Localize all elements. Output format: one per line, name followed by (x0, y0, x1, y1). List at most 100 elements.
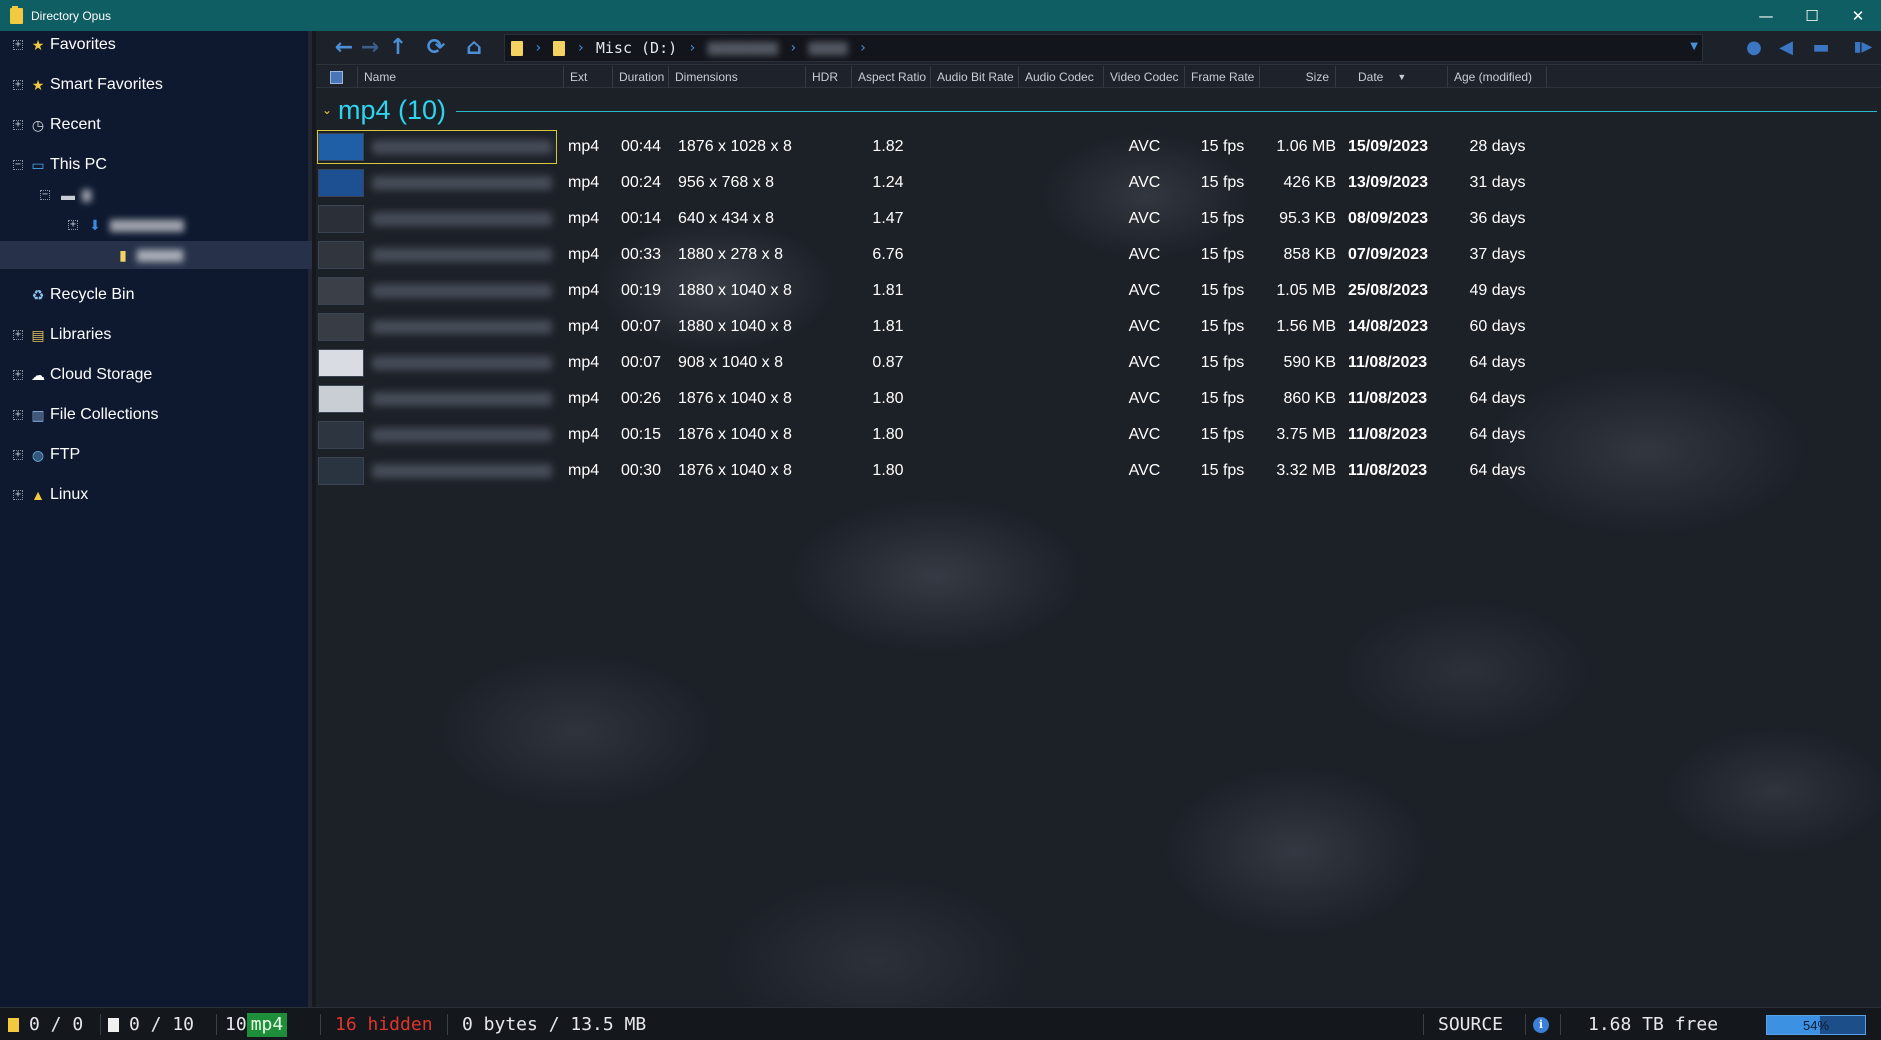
expand-icon[interactable]: + (13, 80, 23, 90)
video-thumbnail[interactable] (318, 385, 364, 413)
status-type-count[interactable]: 10 mp4 (225, 1008, 288, 1040)
collapse-icon[interactable]: − (40, 190, 50, 200)
breadcrumb[interactable]: › › Misc (D:) › ▇▇▇▇▇▇▇▇▇ › ▇▇▇▇▇ › ▼ (504, 34, 1703, 62)
tree-item-libraries[interactable]: + ▤ Libraries (0, 321, 312, 349)
cell-video-codec: AVC (1128, 462, 1161, 479)
file-icon (108, 1017, 119, 1032)
column-video-codec[interactable]: Video Codec (1104, 66, 1185, 88)
file-name-redacted[interactable] (372, 464, 552, 478)
expand-icon[interactable]: + (13, 410, 23, 420)
expand-icon[interactable]: + (13, 450, 23, 460)
video-thumbnail[interactable] (318, 421, 364, 449)
video-thumbnail[interactable] (318, 169, 364, 197)
tree-item-downloads[interactable]: + ⬇ ▇▇▇▇▇▇▇▇ (0, 211, 312, 239)
tree-item-smart-favorites[interactable]: + ★ Smart Favorites (0, 71, 312, 99)
column-hdr[interactable]: HDR (806, 66, 852, 88)
circle-icon[interactable]: ● (1743, 36, 1765, 58)
breadcrumb-folder[interactable]: ▇▇▇▇▇▇▇▇▇ (708, 41, 778, 56)
column-dimensions[interactable]: Dimensions (669, 66, 806, 88)
expand-icon[interactable]: + (13, 490, 23, 500)
up-icon[interactable]: ↑ (386, 35, 410, 60)
tree-item-this-pc[interactable]: − ▭ This PC (0, 151, 312, 179)
home-icon[interactable]: ⌂ (462, 35, 486, 60)
tree-item-favorites[interactable]: + ★ Favorites (0, 31, 312, 59)
video-thumbnail[interactable] (318, 457, 364, 485)
minimize-button[interactable]: — (1743, 0, 1789, 31)
group-header[interactable]: ⌄ mp4 (10) (322, 95, 1877, 125)
cell-date: 11/08/2023 (1348, 426, 1428, 443)
play-pause-icon[interactable]: ▮▶ (1852, 36, 1874, 58)
ftp-icon: ◍ (31, 446, 45, 463)
cell-aspect: 1.81 (872, 282, 904, 299)
computer-icon: ▭ (31, 156, 45, 173)
back-icon[interactable]: ← (332, 35, 356, 60)
video-thumbnail[interactable] (318, 133, 364, 161)
tree-item-cloud-storage[interactable]: + ☁ Cloud Storage (0, 361, 312, 389)
video-thumbnail[interactable] (318, 277, 364, 305)
column-name[interactable]: Name (358, 66, 564, 88)
video-thumbnail[interactable] (318, 205, 364, 233)
column-audio-codec[interactable]: Audio Codec (1019, 66, 1104, 88)
file-name-redacted[interactable] (372, 392, 552, 406)
forward-icon[interactable]: → (358, 35, 382, 60)
column-duration[interactable]: Duration (613, 66, 669, 88)
column-frame-rate[interactable]: Frame Rate (1185, 66, 1260, 88)
column-audio-bit-rate[interactable]: Audio Bit Rate (931, 66, 1019, 88)
tree-item-current-folder[interactable]: ▮ ▇▇▇▇▇ (0, 241, 312, 269)
file-row[interactable]: mp4 00:07 908 x 1040 x 8 0.87 AVC 15 fps 590 K… (316, 345, 1881, 381)
file-name-redacted[interactable] (372, 248, 552, 262)
file-row[interactable]: mp4 00:19 1880 x 1040 x 8 1.81 AVC 15 fps 1.05… (316, 273, 1881, 309)
column-age[interactable]: Age (modified) (1448, 66, 1547, 88)
minus-icon[interactable]: ▬ (1810, 36, 1832, 58)
triangle-left-icon[interactable]: ◀ (1775, 36, 1797, 58)
tree-item-recent[interactable]: + ◷ Recent (0, 111, 312, 139)
column-size[interactable]: Size (1260, 66, 1336, 88)
collapse-icon[interactable]: − (13, 160, 23, 170)
column-date[interactable]: Date ▼ (1336, 66, 1448, 88)
file-row[interactable]: mp4 00:14 640 x 434 x 8 1.47 AVC 15 fps 95.3 K… (316, 201, 1881, 237)
tree-item-linux[interactable]: + ▲ Linux (0, 481, 312, 509)
file-name-redacted[interactable] (372, 140, 552, 154)
file-row[interactable]: mp4 00:30 1876 x 1040 x 8 1.80 AVC 15 fps 3.32… (316, 453, 1881, 489)
expand-icon[interactable]: + (13, 120, 23, 130)
refresh-icon[interactable]: ⟳ (424, 35, 448, 60)
breadcrumb-folder[interactable]: ▇▇▇▇▇ (808, 41, 847, 56)
type-badge: mp4 (246, 1012, 288, 1037)
maximize-button[interactable]: ☐ (1789, 0, 1835, 31)
file-name-redacted[interactable] (372, 284, 552, 298)
tree-item-drive[interactable]: − ▬ ▇ (0, 181, 312, 209)
file-row[interactable]: mp4 00:44 1876 x 1028 x 8 1.82 AVC 15 fps 1.06… (316, 129, 1881, 165)
thumbnail-column-header[interactable] (316, 66, 358, 88)
chevron-down-icon[interactable]: ⌄ (322, 103, 336, 117)
file-name-redacted[interactable] (372, 428, 552, 442)
expand-icon[interactable]: + (13, 40, 23, 50)
file-row[interactable]: mp4 00:24 956 x 768 x 8 1.24 AVC 15 fps 426 KB… (316, 165, 1881, 201)
expand-icon[interactable]: + (13, 370, 23, 380)
chevron-down-icon[interactable]: ▼ (1690, 41, 1698, 52)
breadcrumb-drive[interactable]: Misc (D:) (596, 39, 677, 57)
thumbnail-icon (330, 70, 343, 84)
close-button[interactable]: ✕ (1835, 0, 1881, 31)
tree-item-file-collections[interactable]: + ▥ File Collections (0, 401, 312, 429)
tree-item-ftp[interactable]: + ◍ FTP (0, 441, 312, 469)
file-row[interactable]: mp4 00:26 1876 x 1040 x 8 1.80 AVC 15 fps 860 … (316, 381, 1881, 417)
file-name-redacted[interactable] (372, 356, 552, 370)
file-row[interactable]: mp4 00:33 1880 x 278 x 8 6.76 AVC 15 fps 858 K… (316, 237, 1881, 273)
video-thumbnail[interactable] (318, 313, 364, 341)
expand-icon[interactable]: + (13, 330, 23, 340)
file-name-redacted[interactable] (372, 320, 552, 334)
file-row[interactable]: mp4 00:07 1880 x 1040 x 8 1.81 AVC 15 fps 1.56… (316, 309, 1881, 345)
column-ext[interactable]: Ext (564, 66, 613, 88)
column-aspect-ratio[interactable]: Aspect Ratio (852, 66, 931, 88)
expand-icon[interactable]: + (68, 220, 78, 230)
video-thumbnail[interactable] (318, 241, 364, 269)
file-row[interactable]: mp4 00:15 1876 x 1040 x 8 1.80 AVC 15 fps 3.75… (316, 417, 1881, 453)
folder-icon[interactable] (553, 40, 566, 56)
video-thumbnail[interactable] (318, 349, 364, 377)
hidden-count[interactable]: 16 hidden (335, 1008, 433, 1040)
file-name-redacted[interactable] (372, 212, 552, 226)
folder-icon[interactable] (511, 40, 523, 56)
tree-item-recycle-bin[interactable]: ♻ Recycle Bin (0, 281, 312, 309)
info-icon[interactable]: i (1533, 1008, 1549, 1040)
file-name-redacted[interactable] (372, 176, 552, 190)
